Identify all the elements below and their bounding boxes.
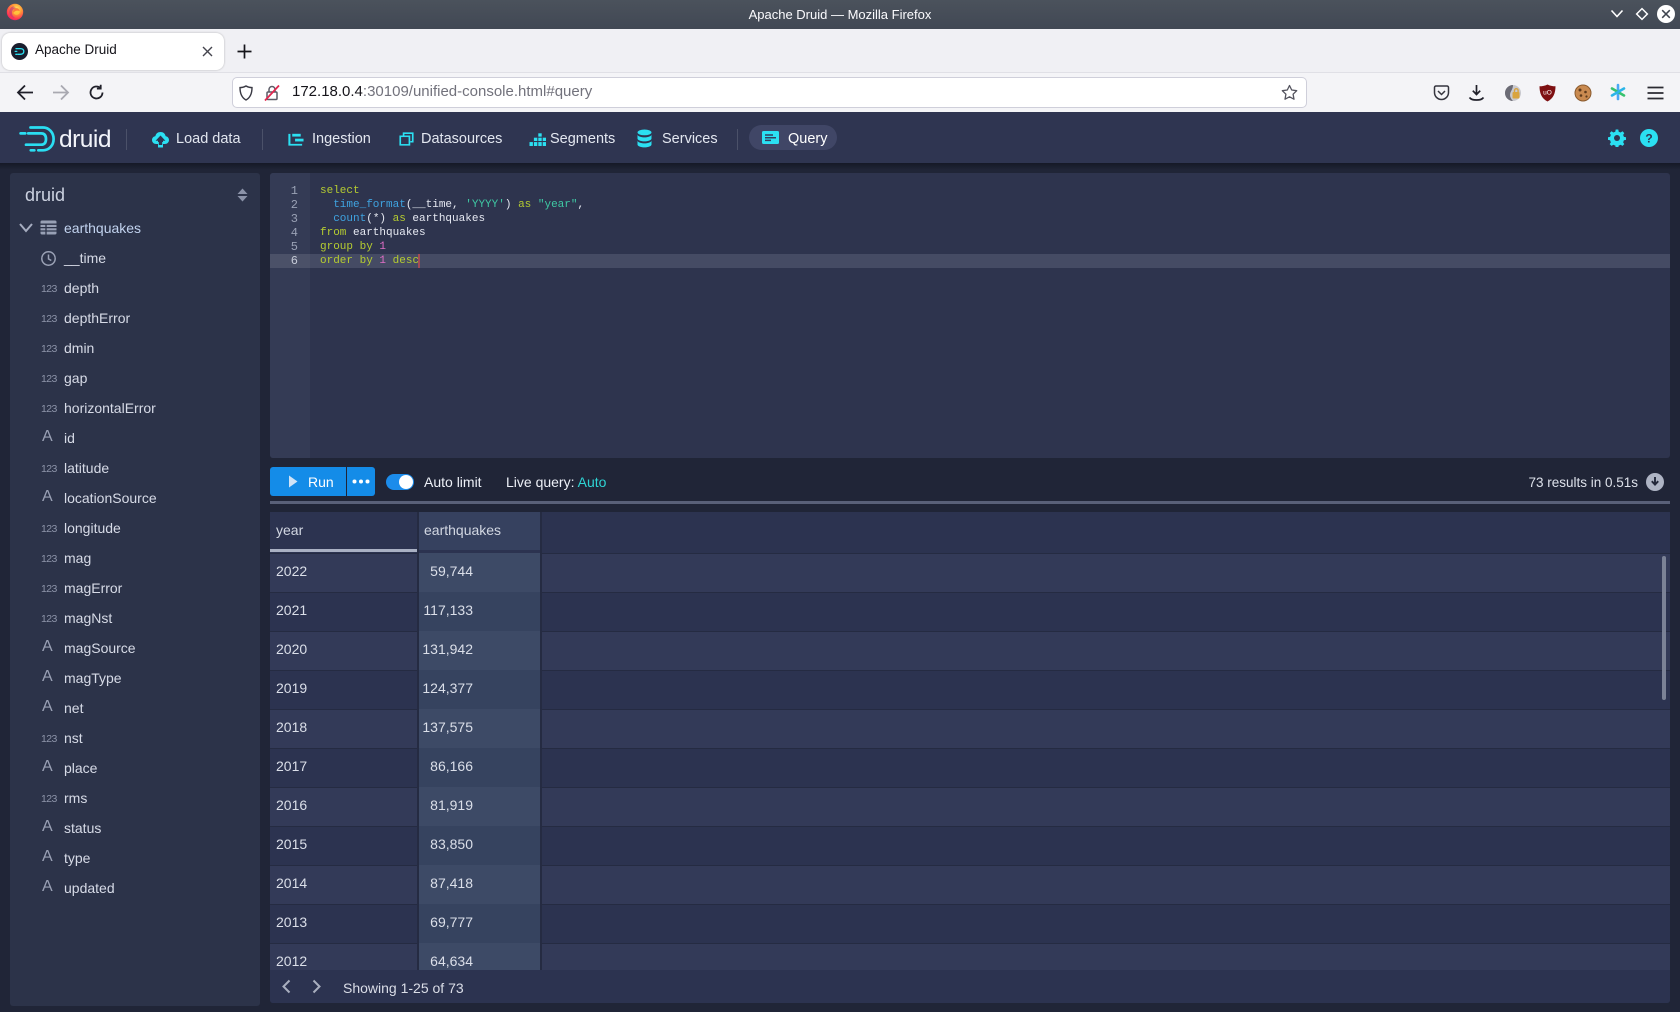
svg-text:uO: uO [1543, 90, 1552, 97]
svg-text:?: ? [1645, 131, 1652, 145]
